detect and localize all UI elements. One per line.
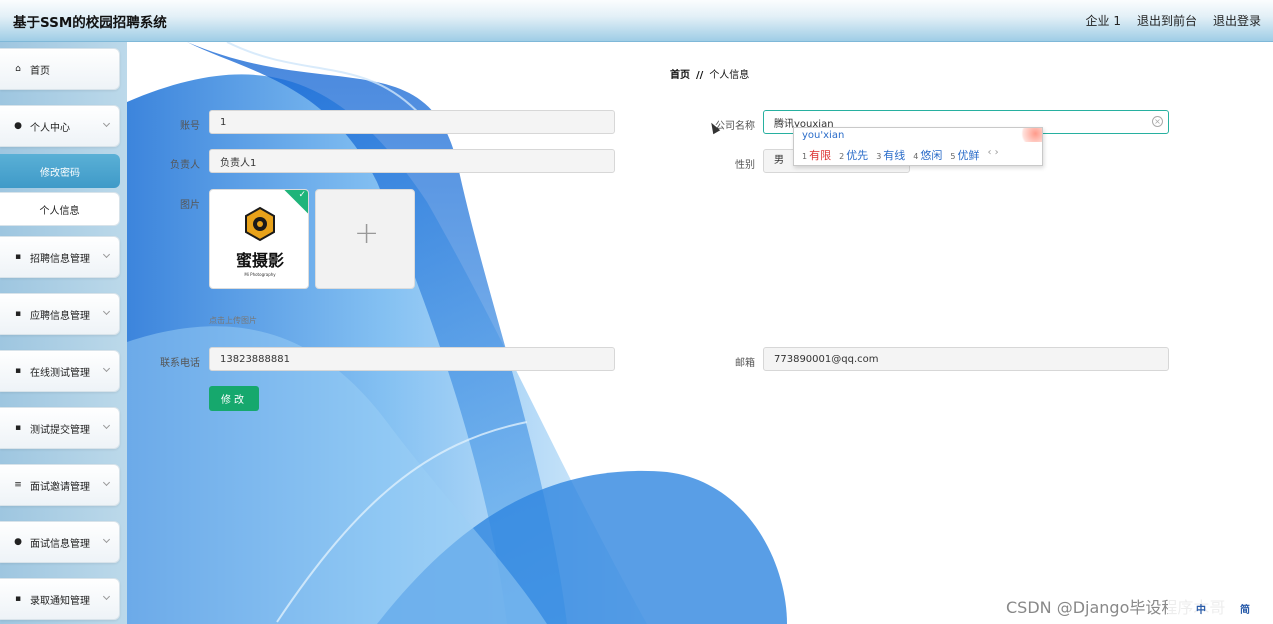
sidebar-item-online-test[interactable]: ▪ 在线测试管理 bbox=[0, 350, 120, 392]
sidebar-subitem-change-password[interactable]: 修改密码 bbox=[0, 154, 120, 188]
sidebar-item-label: 个人中心 bbox=[30, 122, 70, 134]
email-field[interactable] bbox=[763, 347, 1169, 371]
manager-label: 负责人 bbox=[170, 160, 200, 171]
ime-candidate[interactable]: 4 悠闲 bbox=[913, 147, 942, 163]
ime-candidate[interactable]: 5 优鲜 bbox=[950, 147, 979, 163]
grid-icon: ▪ bbox=[14, 594, 22, 604]
chevron-down-icon bbox=[102, 307, 111, 316]
sidebar-item-label: 应聘信息管理 bbox=[30, 310, 90, 322]
chevron-down-icon bbox=[102, 421, 111, 430]
ime-candidate[interactable]: 2 优先 bbox=[839, 147, 868, 163]
ime-simplified-icon[interactable]: 简 bbox=[1240, 601, 1250, 616]
ime-candidates: 1 有限 2 优先 3 有线 4 悠闲 5 优鲜 ‹ › bbox=[802, 147, 999, 163]
breadcrumb: 首页 // 个人信息 bbox=[670, 66, 749, 81]
home-icon: ⌂ bbox=[15, 64, 21, 74]
app-title: 基于SSM的校园招聘系统 bbox=[13, 15, 167, 31]
top-header: 基于SSM的校园招聘系统 企业 1 退出到前台 退出登录 bbox=[0, 0, 1273, 42]
sidebar: ⌂ 首页 ● 个人中心 修改密码 个人信息 ▪ 招聘信息管理 ▪ 应聘信息管理 … bbox=[0, 42, 127, 624]
ime-pinyin: you'xian bbox=[802, 130, 845, 141]
ime-candidate-popup: you'xian 1 有限 2 优先 3 有线 4 悠闲 5 优鲜 ‹ › bbox=[793, 127, 1043, 166]
thumb-icon: ▪ bbox=[14, 423, 22, 433]
chevron-down-icon bbox=[102, 592, 111, 601]
sidebar-item-interview-invite[interactable]: ≡ 面试邀请管理 bbox=[0, 464, 120, 506]
user-icon: ● bbox=[14, 121, 22, 131]
user-icon: ● bbox=[14, 537, 22, 547]
list-icon: ≡ bbox=[14, 480, 22, 490]
breadcrumb-current: 个人信息 bbox=[709, 70, 750, 81]
logo-subtext: Mi Photography bbox=[244, 272, 276, 277]
phone-field[interactable] bbox=[209, 347, 615, 371]
ime-candidate[interactable]: 3 有线 bbox=[876, 147, 905, 163]
account-label: 账号 bbox=[180, 121, 200, 132]
sidebar-item-label: 录取通知管理 bbox=[30, 595, 90, 607]
uploaded-picture[interactable]: 蜜摄影 Mi Photography ✓ bbox=[209, 189, 309, 289]
email-label: 邮箱 bbox=[735, 358, 755, 369]
grid-icon: ▪ bbox=[14, 309, 22, 319]
logo-image: 蜜摄影 Mi Photography bbox=[236, 206, 284, 277]
logo-text: 蜜摄影 bbox=[236, 251, 284, 270]
sidebar-item-label: 在线测试管理 bbox=[30, 367, 90, 379]
manager-field[interactable] bbox=[209, 149, 615, 173]
sidebar-item-applications[interactable]: ▪ 应聘信息管理 bbox=[0, 293, 120, 335]
chevron-down-icon bbox=[102, 250, 111, 259]
ime-candidate[interactable]: 1 有限 bbox=[802, 147, 831, 163]
sidebar-item-offer-notice[interactable]: ▪ 录取通知管理 bbox=[0, 578, 120, 620]
picture-label: 图片 bbox=[180, 200, 200, 211]
sidebar-item-label: 测试提交管理 bbox=[30, 424, 90, 436]
grid-icon: ▪ bbox=[14, 252, 22, 262]
chevron-down-icon bbox=[102, 364, 111, 373]
ime-logo-icon bbox=[1020, 128, 1042, 142]
chevron-down-icon bbox=[102, 535, 111, 544]
chevron-down-icon bbox=[102, 119, 111, 128]
back-to-frontend-link[interactable]: 退出到前台 bbox=[1137, 12, 1197, 29]
breadcrumb-home[interactable]: 首页 bbox=[670, 70, 690, 81]
account-field[interactable] bbox=[209, 110, 615, 134]
sidebar-item-test-submission[interactable]: ▪ 测试提交管理 bbox=[0, 407, 120, 449]
sidebar-item-label: 首页 bbox=[30, 65, 50, 77]
sidebar-item-label: 面试邀请管理 bbox=[30, 481, 90, 493]
current-user-link[interactable]: 企业 1 bbox=[1086, 12, 1121, 29]
gender-label: 性别 bbox=[735, 160, 755, 171]
sidebar-item-personal-center[interactable]: ● 个人中心 bbox=[0, 105, 120, 147]
clear-icon[interactable]: × bbox=[1152, 116, 1163, 127]
ime-mode-icon[interactable]: 中 bbox=[1196, 601, 1206, 616]
plus-icon: + bbox=[354, 216, 380, 251]
sidebar-subitem-personal-info[interactable]: 个人信息 bbox=[0, 192, 120, 226]
grid-icon: ▪ bbox=[14, 366, 22, 376]
sidebar-item-recruitment[interactable]: ▪ 招聘信息管理 bbox=[0, 236, 120, 278]
submit-button[interactable]: 修改 bbox=[209, 386, 259, 411]
upload-picture-button[interactable]: + bbox=[315, 189, 415, 289]
breadcrumb-separator: // bbox=[696, 70, 704, 81]
sidebar-item-label: 面试信息管理 bbox=[30, 538, 90, 550]
upload-hint: 点击上传图片 bbox=[209, 316, 257, 325]
ime-toolbar[interactable]: 中 简 bbox=[1168, 598, 1273, 620]
top-links: 企业 1 退出到前台 退出登录 bbox=[1086, 12, 1261, 29]
ime-page-nav-icon[interactable]: ‹ › bbox=[987, 147, 998, 163]
sidebar-item-label: 招聘信息管理 bbox=[30, 253, 90, 265]
sidebar-item-interview-info[interactable]: ● 面试信息管理 bbox=[0, 521, 120, 563]
phone-label: 联系电话 bbox=[160, 358, 200, 369]
logout-link[interactable]: 退出登录 bbox=[1213, 12, 1261, 29]
check-icon: ✓ bbox=[298, 190, 306, 200]
chevron-down-icon bbox=[102, 478, 111, 487]
sidebar-item-home[interactable]: ⌂ 首页 bbox=[0, 48, 120, 90]
